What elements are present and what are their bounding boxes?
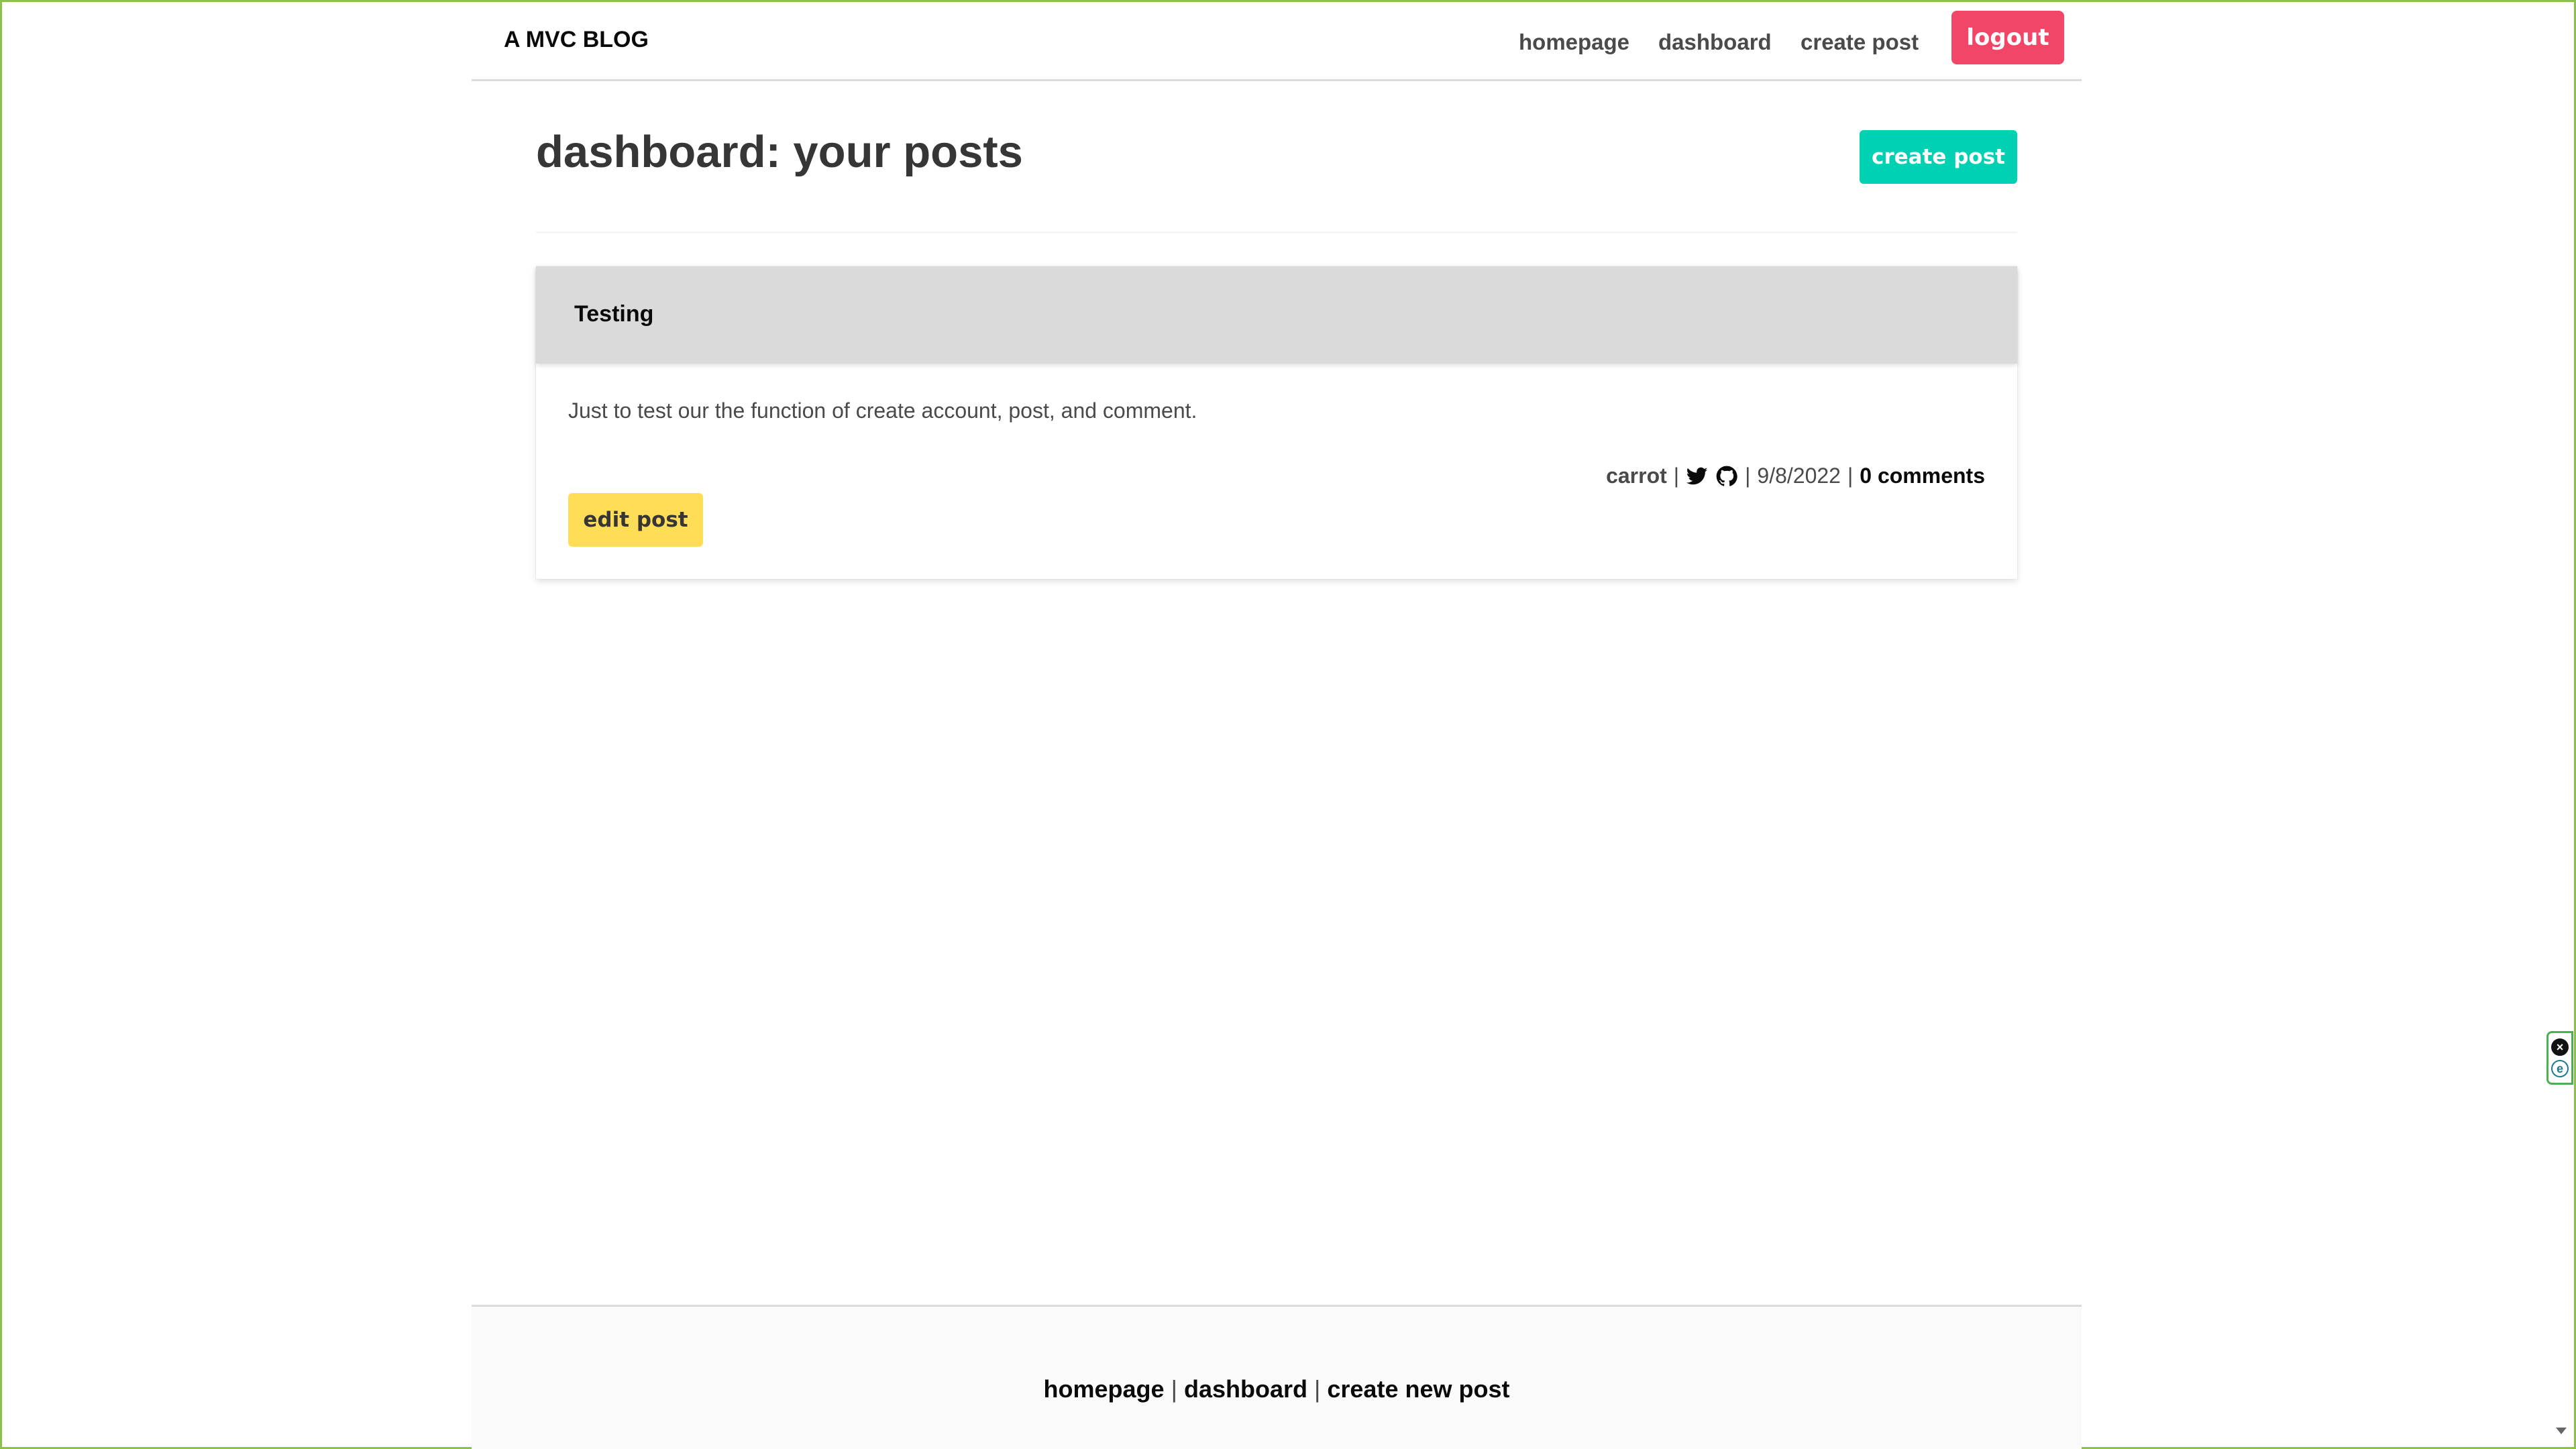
post-author: carrot	[1606, 464, 1667, 488]
footer-link-homepage[interactable]: homepage	[1044, 1375, 1165, 1403]
meta-separator: |	[1847, 464, 1854, 488]
footer-separator: |	[1314, 1375, 1321, 1403]
post-body: Just to test our the function of create …	[568, 398, 1197, 423]
meta-separator: |	[1745, 464, 1751, 488]
comments-link[interactable]: 0 comments	[1860, 464, 1985, 488]
nav-link-dashboard[interactable]: dashboard	[1658, 30, 1772, 55]
nav-link-create-post[interactable]: create post	[1801, 30, 1919, 55]
post-date: 9/8/2022	[1757, 464, 1841, 488]
edit-post-button[interactable]: edit post	[568, 493, 703, 547]
window-frame	[0, 0, 2576, 1449]
create-post-button[interactable]: create post	[1860, 130, 2017, 184]
extension-e-icon[interactable]: e	[2551, 1060, 2569, 1077]
footer: homepage | dashboard | create new post	[472, 1305, 2082, 1449]
meta-separator: |	[1673, 464, 1680, 488]
post-title[interactable]: Testing	[574, 301, 653, 327]
divider	[536, 231, 2017, 233]
post-card-header: Testing	[536, 266, 2017, 364]
scroll-down-arrow-icon[interactable]	[2556, 1428, 2567, 1434]
logout-button[interactable]: logout	[1951, 11, 2064, 64]
post-meta: carrot | | 9/8/2022 | 0 comments	[1606, 464, 1985, 488]
github-icon[interactable]	[1715, 465, 1738, 488]
footer-links: homepage | dashboard | create new post	[472, 1375, 2082, 1403]
side-widget: × e	[2546, 1031, 2573, 1085]
footer-link-dashboard[interactable]: dashboard	[1184, 1375, 1307, 1403]
footer-link-create-new-post[interactable]: create new post	[1327, 1375, 1509, 1403]
twitter-icon[interactable]	[1686, 465, 1709, 488]
page-title: dashboard: your posts	[536, 127, 1023, 177]
footer-separator: |	[1171, 1375, 1177, 1403]
post-card: Testing Just to test our the function of…	[536, 266, 2017, 579]
navbar: A MVC BLOG homepage dashboard create pos…	[472, 0, 2082, 81]
brand-logo[interactable]: A MVC BLOG	[504, 27, 649, 53]
close-icon[interactable]: ×	[2551, 1038, 2569, 1056]
nav-link-homepage[interactable]: homepage	[1519, 30, 1629, 55]
